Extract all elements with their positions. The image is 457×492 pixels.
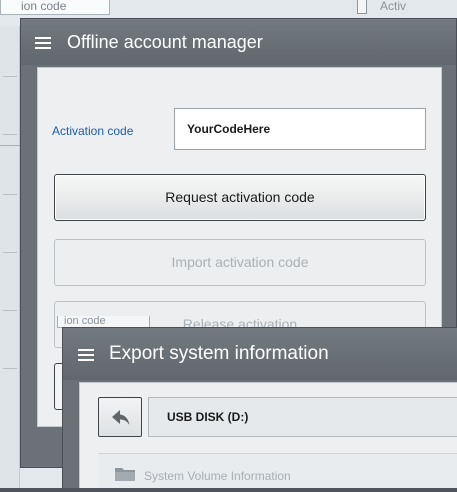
folder-icon <box>115 468 135 481</box>
offline-dialog-titlebar: Offline account manager <box>21 19 456 65</box>
activation-code-label: Activation code <box>52 124 134 138</box>
background-checkbox <box>357 0 367 14</box>
list-item[interactable]: System Volume Information <box>98 453 457 492</box>
menu-icon[interactable] <box>35 37 51 49</box>
export-dialog-body: USB DISK (D:) System Volume Information <box>79 382 457 492</box>
offline-dialog-title: Offline account manager <box>67 32 263 52</box>
background-sidebar <box>0 26 20 492</box>
background-activate-label: Activ <box>380 0 407 13</box>
import-activation-code-button[interactable]: Import activation code <box>54 239 426 286</box>
export-dialog-title: Export system information <box>109 343 329 364</box>
back-arrow-icon <box>112 410 130 425</box>
menu-icon[interactable] <box>78 349 94 361</box>
window-bottom-edge <box>0 488 457 492</box>
activation-code-input[interactable]: YourCodeHere <box>174 108 426 150</box>
background-activation-field: ion code <box>0 0 110 15</box>
request-activation-code-button[interactable]: Request activation code <box>54 174 426 221</box>
file-name: System Volume Information <box>144 469 291 483</box>
export-dialog-titlebar: Export system information <box>63 328 457 380</box>
back-button[interactable] <box>98 397 142 437</box>
export-system-information-dialog: Export system information USB DISK (D:) … <box>62 327 457 492</box>
current-path-field[interactable]: USB DISK (D:) <box>148 397 457 437</box>
